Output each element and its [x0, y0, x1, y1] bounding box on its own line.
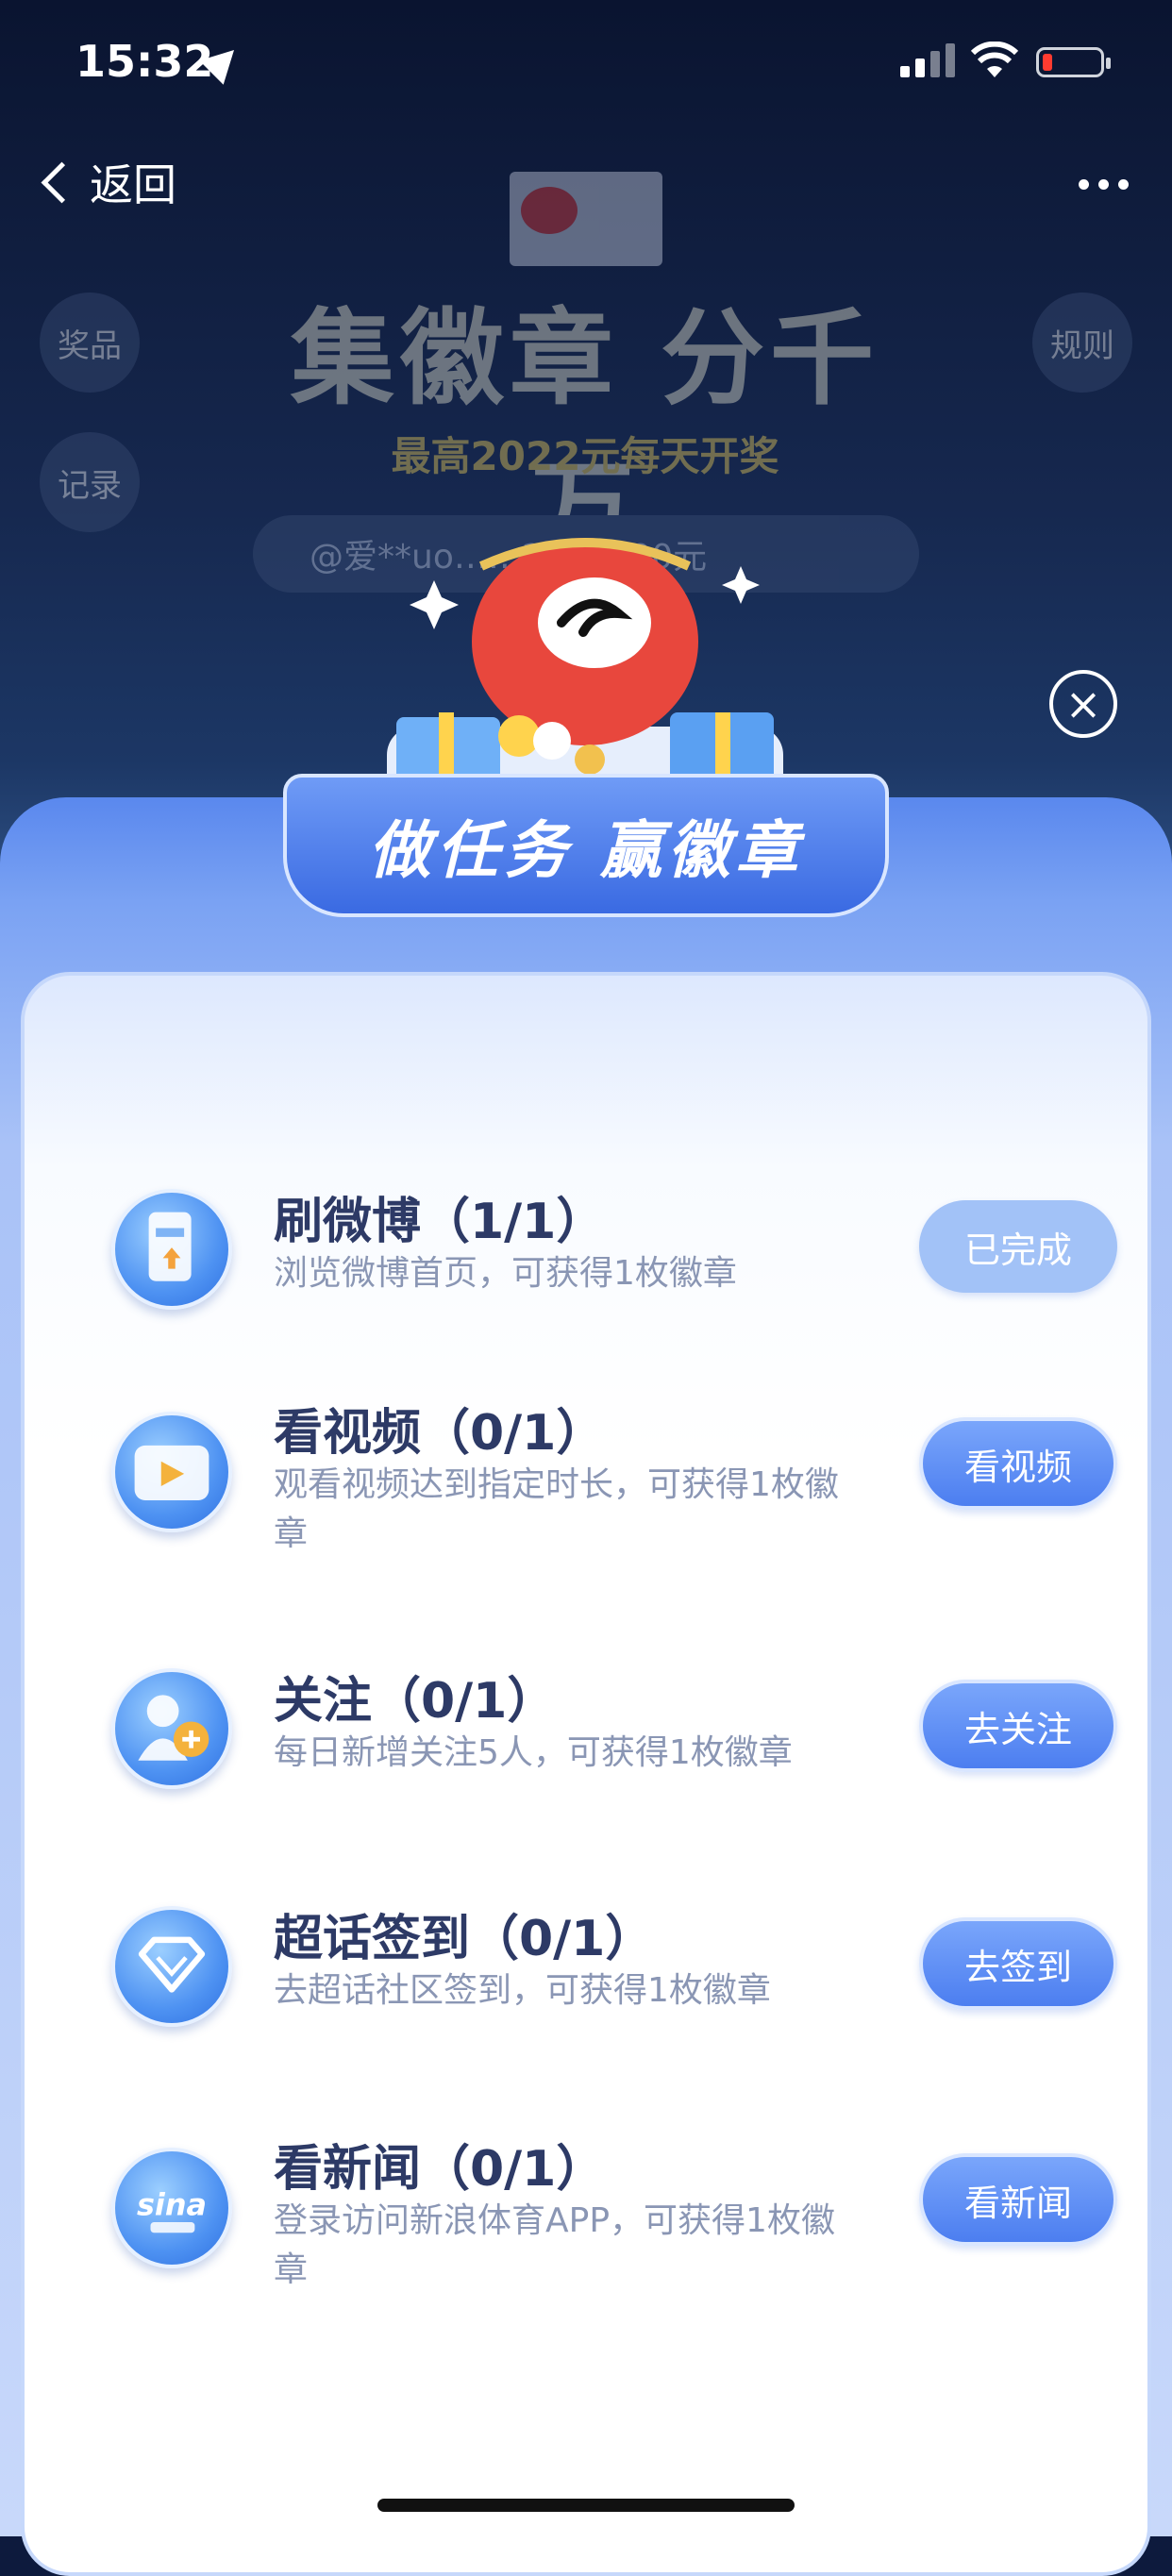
- svg-text:sina: sina: [137, 2187, 207, 2223]
- task-item-weibo: 刷微博（1/1） 浏览微博首页，可获得1枚徽章 已完成: [111, 1181, 1119, 1351]
- phone-icon: [111, 1189, 232, 1310]
- task-completed-button[interactable]: 已完成: [919, 1200, 1117, 1293]
- home-indicator[interactable]: [377, 2499, 795, 2512]
- rules-button[interactable]: 规则: [1032, 293, 1132, 393]
- close-button[interactable]: ×: [1049, 670, 1117, 738]
- task-description: 浏览微博首页，可获得1枚徽章: [274, 1254, 737, 1293]
- follow-button[interactable]: 去关注: [919, 1680, 1117, 1772]
- task-title: 看新闻（0/1）: [274, 2141, 606, 2198]
- task-item-video: 看视频（0/1） 观看视频达到指定时长，可获得1枚徽章 看视频: [111, 1393, 1119, 1563]
- prizes-button[interactable]: 奖品: [40, 293, 140, 393]
- task-item-super-topic-checkin: 超话签到（0/1） 去超话社区签到，可获得1枚徽章 去签到: [111, 1899, 1119, 2068]
- task-item-follow: 关注（0/1） 每日新增关注5人，可获得1枚徽章 去关注: [111, 1661, 1119, 1831]
- sina-sports-icon: sina: [111, 2148, 232, 2268]
- read-news-button[interactable]: 看新闻: [919, 2153, 1117, 2246]
- task-title: 刷微博（1/1）: [274, 1194, 606, 1250]
- task-title: 关注（0/1）: [274, 1673, 557, 1730]
- task-title: 看视频（0/1）: [274, 1405, 606, 1462]
- task-description: 每日新增关注5人，可获得1枚徽章: [274, 1733, 793, 1772]
- add-follow-icon: [111, 1668, 232, 1789]
- mascot-illustration: [387, 538, 783, 802]
- tv-icon: [111, 1412, 232, 1532]
- task-panel-title: 做任务 赢徽章: [368, 814, 804, 887]
- activity-subtitle: 最高2022元每天开奖: [391, 433, 779, 479]
- task-item-news: sina 看新闻（0/1） 登录访问新浪体育APP，可获得1枚徽章 看新闻: [111, 2129, 1119, 2299]
- watch-video-button[interactable]: 看视频: [919, 1417, 1117, 1510]
- diamond-icon: [111, 1906, 232, 2027]
- checkin-button[interactable]: 去签到: [919, 1917, 1117, 2010]
- sponsor-logo: [510, 172, 662, 266]
- task-description: 观看视频达到指定时长，可获得1枚徽章: [274, 1465, 839, 1553]
- task-list-card: 刷微博（1/1） 浏览微博首页，可获得1枚徽章 已完成 看视频（0/1） 观看视…: [21, 972, 1151, 2576]
- records-button[interactable]: 记录: [40, 432, 140, 532]
- task-title: 超话签到（0/1）: [274, 1911, 655, 1967]
- task-description: 去超话社区签到，可获得1枚徽章: [274, 1971, 771, 2010]
- task-description: 登录访问新浪体育APP，可获得1枚徽章: [274, 2201, 835, 2289]
- task-panel-header: 做任务 赢徽章: [283, 774, 889, 917]
- close-icon: ×: [1064, 678, 1102, 729]
